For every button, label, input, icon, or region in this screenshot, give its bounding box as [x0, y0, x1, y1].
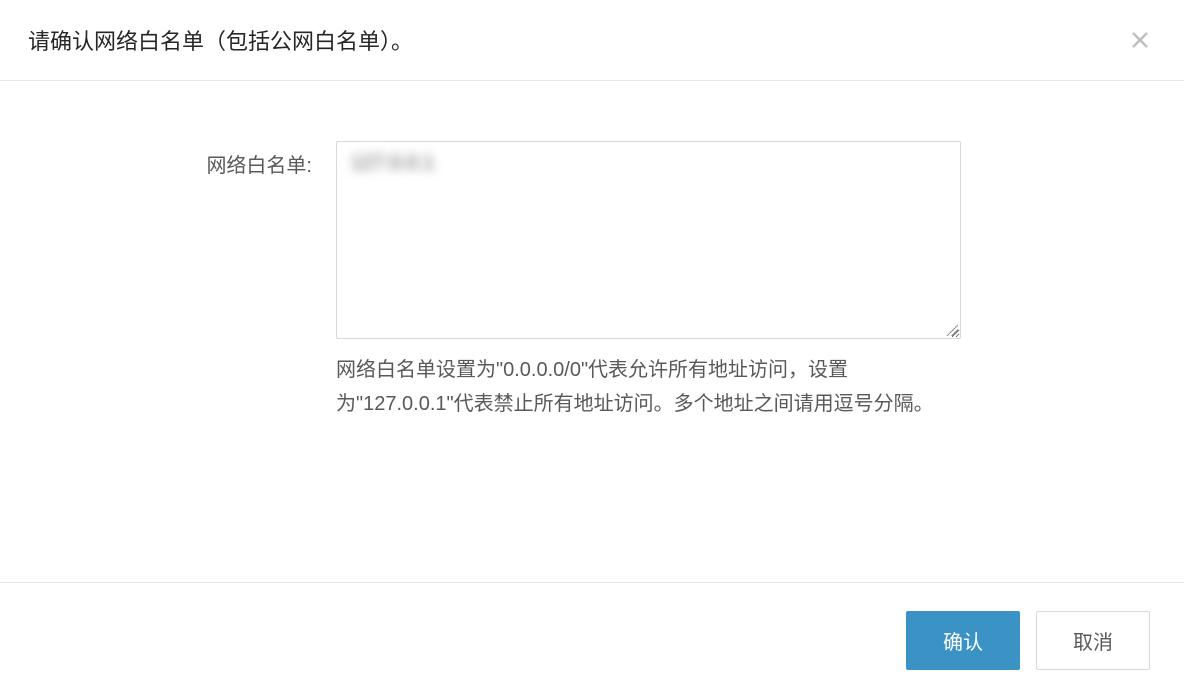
resize-handle-icon[interactable]: [946, 324, 958, 336]
modal-body: 网络白名单: 127.0.0.1 网络白名单设置为"0.0.0.0/0"代表允许…: [0, 81, 1184, 582]
close-button[interactable]: [1124, 24, 1156, 56]
whitelist-help-text: 网络白名单设置为"0.0.0.0/0"代表允许所有地址访问，设置为"127.0.…: [336, 353, 961, 421]
confirm-whitelist-modal: 请确认网络白名单（包括公网白名单）。 网络白名单: 127.0.0.1 网络白名…: [0, 0, 1184, 698]
form-row: 网络白名单: 127.0.0.1 网络白名单设置为"0.0.0.0/0"代表允许…: [112, 141, 1072, 421]
cancel-button[interactable]: 取消: [1036, 611, 1150, 670]
whitelist-textarea[interactable]: 127.0.0.1: [336, 141, 961, 339]
close-icon: [1128, 28, 1152, 52]
modal-footer: 确认 取消: [0, 582, 1184, 698]
form-content: 127.0.0.1 网络白名单设置为"0.0.0.0/0"代表允许所有地址访问，…: [336, 141, 961, 421]
redacted-value: 127.0.0.1: [351, 152, 434, 174]
modal-header: 请确认网络白名单（包括公网白名单）。: [0, 0, 1184, 81]
whitelist-label: 网络白名单:: [112, 141, 312, 421]
modal-title: 请确认网络白名单（包括公网白名单）。: [28, 24, 413, 56]
confirm-button[interactable]: 确认: [906, 611, 1020, 670]
